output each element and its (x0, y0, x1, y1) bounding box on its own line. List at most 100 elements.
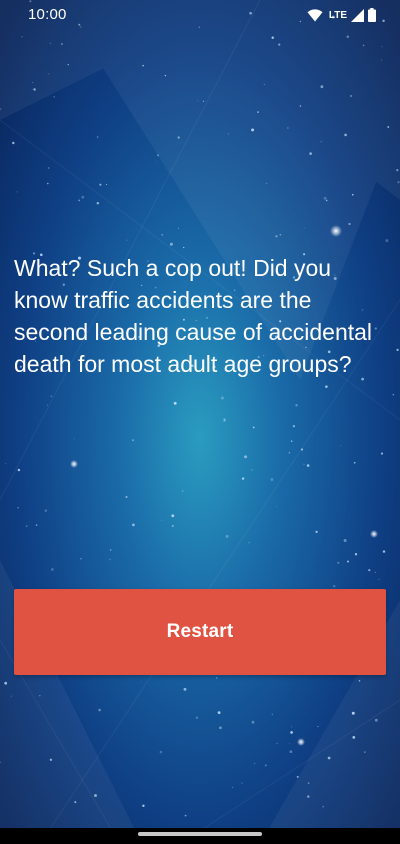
star-dot (173, 401, 177, 405)
star-dot (48, 73, 50, 75)
restart-button[interactable]: Restart (14, 589, 386, 675)
star-dot (332, 584, 336, 588)
star-dot (44, 509, 48, 512)
star-dot (81, 195, 85, 199)
star-dot (351, 193, 354, 196)
star-dot (340, 444, 342, 446)
star-dot (276, 742, 278, 744)
star-dot (21, 36, 23, 38)
star-dot (33, 88, 36, 91)
star-dot (16, 191, 18, 193)
star-dot (244, 455, 248, 459)
star-dot (271, 36, 274, 39)
star-dot (295, 404, 298, 407)
star-dot (50, 568, 54, 571)
star-dot (94, 794, 97, 797)
star-dot (270, 478, 274, 481)
navigation-bar (0, 828, 400, 844)
battery-icon (368, 8, 376, 22)
star-dot (12, 141, 15, 145)
star-dot (374, 571, 376, 573)
star-dot (327, 756, 331, 760)
star-dot (96, 136, 99, 138)
star-dot (387, 126, 390, 128)
star-dot (171, 524, 174, 527)
star-dot (381, 46, 383, 48)
star-dot (397, 181, 400, 184)
star-dot (385, 239, 389, 243)
star-dot (290, 731, 293, 734)
star-dot (161, 519, 163, 521)
star-dot (343, 539, 347, 542)
star-dot (296, 775, 299, 778)
star-dot (241, 782, 243, 784)
star-dot (131, 439, 135, 442)
star-dot (125, 495, 128, 499)
star-dot (110, 549, 112, 551)
star-dot (142, 804, 145, 808)
star-dot (74, 801, 77, 804)
star-dot (275, 235, 278, 238)
star-dot (288, 452, 291, 454)
status-icons: LTE (307, 7, 376, 23)
star-dot (183, 246, 185, 249)
star-dot (292, 425, 295, 428)
star-dot (241, 477, 245, 480)
star-dot (220, 396, 224, 400)
star-dot (164, 74, 167, 77)
status-bar: 10:00 LTE (0, 0, 400, 30)
star-dot (31, 89, 33, 91)
star-dot (183, 687, 187, 691)
star-dot (25, 525, 28, 527)
star-dot (315, 530, 318, 534)
star-dot (325, 385, 328, 388)
star-dot (352, 736, 356, 739)
star-dot (17, 468, 21, 472)
star-dot (132, 523, 135, 527)
star-dot (159, 750, 163, 754)
star-dot (346, 35, 350, 39)
star-dot (78, 199, 81, 202)
quiz-message: What? Such a cop out! Did you know traff… (14, 255, 373, 377)
star-dot (171, 514, 175, 518)
star-dot (380, 59, 383, 61)
star-dot (47, 167, 50, 169)
star-dot (320, 141, 322, 143)
star-dot (265, 182, 268, 185)
star-dot (263, 83, 265, 86)
star-dot (304, 227, 305, 229)
wifi-icon (307, 8, 323, 22)
star-dot (374, 718, 378, 722)
star-dot (47, 182, 49, 185)
star-dot (251, 720, 255, 724)
star-dot (279, 233, 282, 236)
star-dot (109, 558, 112, 561)
star-dot (46, 404, 48, 406)
starfield-background (0, 0, 400, 844)
star-dot (290, 440, 293, 442)
star-dot (4, 681, 8, 685)
star-dot (50, 395, 53, 398)
star-dot (155, 161, 157, 163)
star-dot (252, 426, 255, 429)
star-dot (309, 152, 312, 155)
star-dot (60, 43, 63, 45)
star-dot (39, 695, 41, 697)
home-indicator[interactable] (138, 832, 262, 836)
lte-label: LTE (328, 9, 347, 21)
star-dot (142, 64, 144, 67)
star-dot (251, 128, 255, 132)
star-dot (307, 782, 310, 785)
star-dot (276, 506, 278, 508)
star-dot (105, 183, 108, 186)
star-dot (291, 726, 293, 728)
star-dot (368, 568, 371, 572)
star-dot (363, 751, 366, 753)
star-dot (306, 464, 310, 467)
star-dot (197, 100, 199, 102)
star-dot (32, 82, 34, 84)
star-dot (380, 452, 384, 455)
star-dot (5, 463, 7, 464)
status-time: 10:00 (28, 6, 67, 23)
star-dot (169, 242, 173, 246)
